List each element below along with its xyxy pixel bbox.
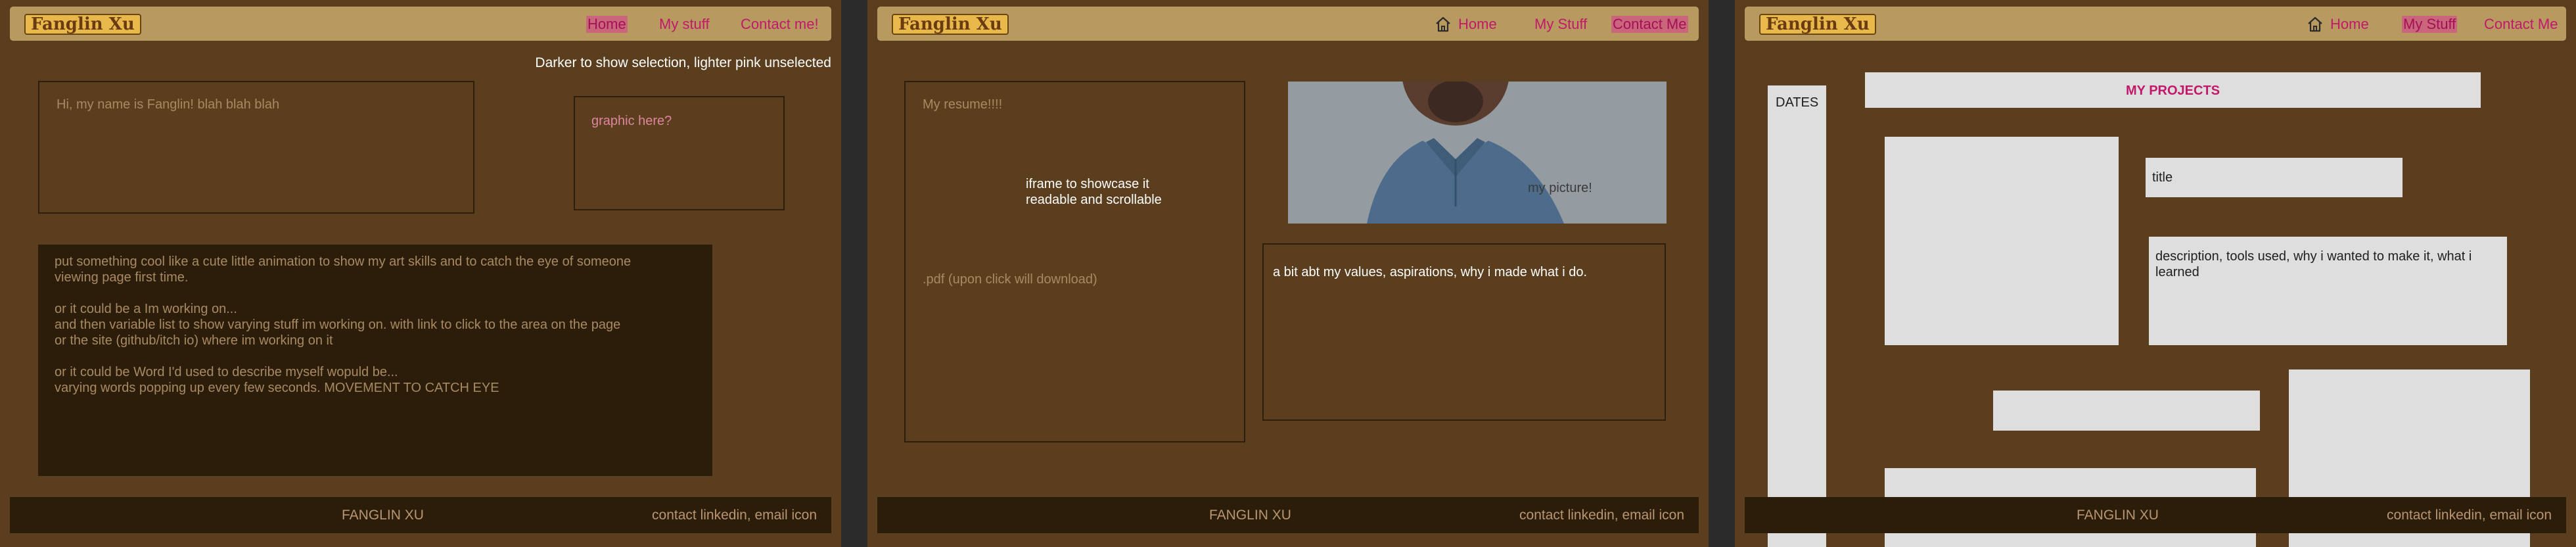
nav-contact-link[interactable]: Contact Me xyxy=(2484,16,2558,33)
intro-box: Hi, my name is Fanglin! blah blah blah xyxy=(38,81,474,214)
nav-home-link[interactable]: Home xyxy=(1458,16,1497,33)
nav-mystuff-link[interactable]: My Stuff xyxy=(1534,16,1587,33)
animation-box: put something cool like a cute little an… xyxy=(38,245,712,476)
page-contact-mockup: Fanglin Xu Home My Stuff Contact Me My r… xyxy=(867,0,1709,547)
nav-contact-link[interactable]: Contact Me xyxy=(1611,16,1688,33)
animation-line: and then variable list to show varying s… xyxy=(55,318,621,332)
values-box: a bit abt my values, aspirations, why i … xyxy=(1262,243,1666,421)
navbar: Fanglin Xu Home My stuff Contact me! xyxy=(10,7,831,41)
footer-name: FANGLIN XU xyxy=(2077,508,2159,523)
animation-line: or it could be a Im working on... xyxy=(55,302,237,316)
footer-contact[interactable]: contact linkedin, email icon xyxy=(2387,508,2552,523)
projects-header: MY PROJECTS xyxy=(1865,72,2481,108)
logo[interactable]: Fanglin Xu xyxy=(892,14,1009,35)
nav-mystuff-link[interactable]: My Stuff xyxy=(2402,16,2458,33)
project-title: title xyxy=(2152,170,2173,185)
animation-line: put something cool like a cute little an… xyxy=(55,254,632,269)
project-description: description, tools used, why i wanted to… xyxy=(2155,249,2472,279)
resume-box: My resume!!!! iframe to showcase it read… xyxy=(904,81,1245,442)
pdf-download-note[interactable]: .pdf (upon click will download) xyxy=(923,272,1097,287)
home-icon xyxy=(2308,16,2322,32)
animation-line: varying words popping up every few secon… xyxy=(55,381,499,395)
nav-home-link[interactable]: Home xyxy=(2330,16,2369,33)
animation-line: or the site (github/itch io) where im wo… xyxy=(55,333,333,348)
project-description-box: description, tools used, why i wanted to… xyxy=(2149,237,2507,345)
project-placeholder-bar xyxy=(1993,391,2260,431)
footer: FANGLIN XU contact linkedin, email icon xyxy=(10,497,831,533)
navbar: Fanglin Xu Home My Stuff Contact Me xyxy=(1745,7,2566,41)
page-home-mockup: Fanglin Xu Home My stuff Contact me! Dar… xyxy=(0,0,841,547)
person-photo-icon xyxy=(1288,82,1667,224)
animation-line: or it could be Word I'd used to describe… xyxy=(55,365,398,379)
navbar: Fanglin Xu Home My Stuff Contact Me xyxy=(877,7,1699,41)
photo-caption: my picture! xyxy=(1528,181,1592,195)
dates-label: DATES xyxy=(1776,95,1819,110)
projects-title: MY PROJECTS xyxy=(2126,83,2220,98)
footer-name: FANGLIN XU xyxy=(342,508,424,523)
footer: FANGLIN XU contact linkedin, email icon xyxy=(877,497,1699,533)
animation-line xyxy=(55,348,631,364)
selection-note: Darker to show selection, lighter pink u… xyxy=(535,55,831,70)
logo[interactable]: Fanglin Xu xyxy=(24,14,141,35)
graphic-box: graphic here? xyxy=(574,96,785,210)
animation-line: viewing page first time. xyxy=(55,270,189,285)
dates-column: DATES xyxy=(1768,85,1826,547)
values-text: a bit abt my values, aspirations, why i … xyxy=(1273,265,1588,279)
iframe-note: iframe to showcase it readable and scrol… xyxy=(1026,177,1162,207)
project-image-placeholder[interactable] xyxy=(1885,137,2119,345)
animation-line xyxy=(55,285,631,301)
footer-name: FANGLIN XU xyxy=(1209,508,1291,523)
footer-contact[interactable]: contact linkedin, email icon xyxy=(1519,508,1684,523)
nav-mystuff-link[interactable]: My stuff xyxy=(659,16,710,33)
footer-contact[interactable]: contact linkedin, email icon xyxy=(652,508,817,523)
logo[interactable]: Fanglin Xu xyxy=(1759,14,1876,35)
animation-description: put something cool like a cute little an… xyxy=(55,254,631,396)
home-icon xyxy=(1436,16,1450,32)
footer: FANGLIN XU contact linkedin, email icon xyxy=(1745,497,2566,533)
project-title-box: title xyxy=(2146,158,2403,197)
profile-photo: my picture! xyxy=(1288,82,1667,224)
nav-contact-link[interactable]: Contact me! xyxy=(741,16,819,33)
intro-text: Hi, my name is Fanglin! blah blah blah xyxy=(57,97,280,112)
resume-title: My resume!!!! xyxy=(923,97,1003,112)
page-mystuff-mockup: Fanglin Xu Home My Stuff Contact Me DATE… xyxy=(1735,0,2576,547)
nav-home-link[interactable]: Home xyxy=(586,16,628,33)
graphic-placeholder-text: graphic here? xyxy=(591,114,672,128)
